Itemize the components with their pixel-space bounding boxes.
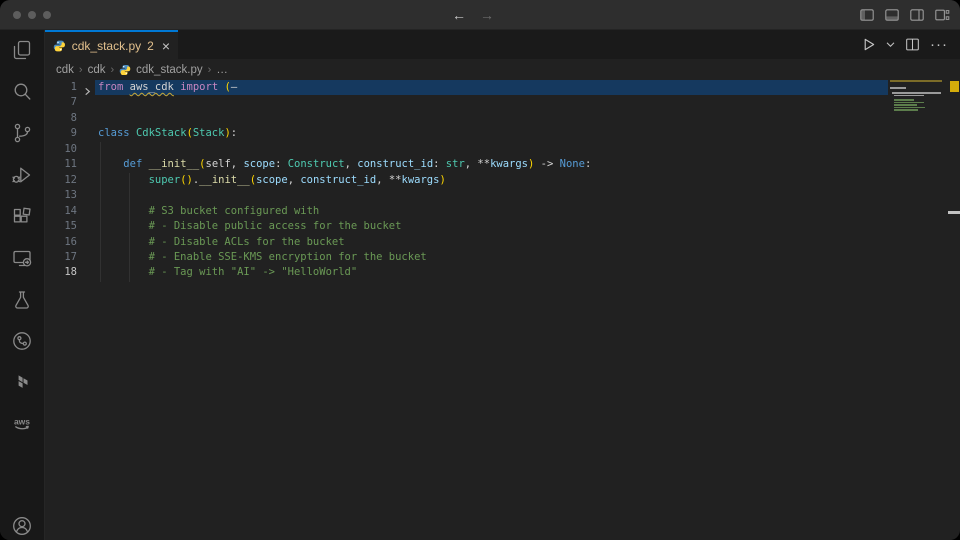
run-and-debug-icon[interactable] bbox=[10, 163, 34, 187]
code-line[interactable]: # S3 bucket configured with bbox=[98, 204, 319, 219]
line-number: 9 bbox=[45, 126, 77, 141]
explorer-icon[interactable] bbox=[10, 38, 34, 62]
code-line[interactable]: # - Enable SSE-KMS encryption for the bu… bbox=[98, 250, 427, 265]
traffic-light-icon[interactable] bbox=[43, 11, 51, 19]
accounts-icon[interactable] bbox=[10, 514, 34, 538]
source-control-icon[interactable] bbox=[10, 121, 34, 145]
python-icon bbox=[53, 39, 66, 53]
history-nav: ← → bbox=[452, 0, 494, 30]
line-number: 15 bbox=[45, 219, 77, 234]
scrollbar-marker bbox=[948, 211, 960, 214]
layout-panel-icon[interactable] bbox=[884, 7, 900, 23]
minimap-line bbox=[894, 104, 917, 106]
line-number: 10 bbox=[45, 142, 77, 157]
titlebar: ← → bbox=[0, 0, 960, 30]
line-number: 16 bbox=[45, 235, 77, 250]
code-line[interactable]: class CdkStack(Stack): bbox=[98, 126, 237, 141]
terraform-icon[interactable] bbox=[10, 371, 34, 395]
breadcrumb-item[interactable]: cdk bbox=[56, 64, 74, 76]
minimap[interactable] bbox=[890, 80, 947, 114]
line-number: 1 bbox=[45, 80, 77, 95]
breadcrumb-item[interactable]: cdk_stack.py bbox=[136, 64, 202, 76]
run-icon[interactable] bbox=[861, 37, 876, 52]
chevron-down-icon[interactable] bbox=[886, 41, 895, 48]
breadcrumb-separator-icon: › bbox=[110, 64, 114, 76]
close-icon[interactable]: × bbox=[162, 39, 170, 53]
testing-icon[interactable] bbox=[10, 288, 34, 312]
traffic-light-icon[interactable] bbox=[28, 11, 36, 19]
python-icon bbox=[119, 64, 131, 76]
activity-bar: aws bbox=[0, 30, 45, 540]
breadcrumb-item-symbol[interactable]: … bbox=[216, 64, 228, 76]
tab-bar: cdk_stack.py 2 × ··· bbox=[45, 30, 960, 59]
code-line[interactable]: super().__init__(scope, construct_id, **… bbox=[98, 173, 446, 188]
line-number: 13 bbox=[45, 188, 77, 203]
code-line[interactable]: # - Disable ACLs for the bucket bbox=[98, 235, 345, 250]
forward-icon[interactable]: → bbox=[480, 0, 494, 30]
commit-graph-icon[interactable] bbox=[10, 329, 34, 353]
split-editor-icon[interactable] bbox=[905, 37, 920, 52]
line-number: 7 bbox=[45, 95, 77, 110]
minimap-line bbox=[890, 80, 942, 82]
code-line[interactable]: from aws_cdk import (– bbox=[98, 80, 237, 95]
minimap-line bbox=[892, 92, 941, 94]
minimap-line bbox=[894, 102, 924, 104]
breadcrumb-separator-icon: › bbox=[79, 64, 83, 76]
code-line[interactable]: # - Disable public access for the bucket bbox=[98, 219, 401, 234]
overview-ruler-warning-marker bbox=[950, 81, 959, 92]
back-icon[interactable]: ← bbox=[452, 0, 466, 30]
line-number: 12 bbox=[45, 173, 77, 188]
layout-sidebar-left-icon[interactable] bbox=[859, 7, 875, 23]
indent-guide bbox=[129, 173, 130, 282]
minimap-line bbox=[894, 109, 918, 111]
line-number: 17 bbox=[45, 250, 77, 265]
remote-explorer-icon[interactable] bbox=[10, 246, 34, 270]
svg-text:aws: aws bbox=[14, 417, 30, 427]
extensions-icon[interactable] bbox=[10, 205, 34, 229]
minimap-line bbox=[894, 107, 925, 109]
aws-icon[interactable]: aws bbox=[10, 411, 34, 435]
search-icon[interactable] bbox=[10, 80, 34, 104]
breadcrumb-separator-icon: › bbox=[208, 64, 212, 76]
line-number: 11 bbox=[45, 157, 77, 172]
traffic-light-icon[interactable] bbox=[13, 11, 21, 19]
vscode-window: ← → aws bbox=[0, 0, 960, 540]
layout-sidebar-right-icon[interactable] bbox=[909, 7, 925, 23]
breadcrumb: cdk › cdk › cdk_stack.py › … bbox=[45, 59, 960, 80]
line-number: 14 bbox=[45, 204, 77, 219]
tab-label: cdk_stack.py bbox=[72, 39, 141, 53]
more-actions-icon[interactable]: ··· bbox=[930, 40, 948, 50]
code-line[interactable]: # - Tag with "AI" -> "HelloWorld" bbox=[98, 265, 357, 280]
minimap-line bbox=[894, 95, 924, 97]
layout-controls bbox=[859, 0, 950, 30]
tab-problems-badge: 2 bbox=[147, 39, 154, 53]
indent-guide bbox=[100, 142, 101, 282]
line-number: 18 bbox=[45, 265, 77, 280]
fold-chevron-icon[interactable] bbox=[83, 83, 92, 101]
breadcrumb-item[interactable]: cdk bbox=[88, 64, 106, 76]
editor-actions: ··· bbox=[861, 30, 948, 59]
layout-customize-icon[interactable] bbox=[934, 7, 950, 23]
minimap-line bbox=[890, 87, 906, 89]
window-controls[interactable] bbox=[13, 11, 51, 19]
line-number: 8 bbox=[45, 111, 77, 126]
tab-cdk-stack-py[interactable]: cdk_stack.py 2 × bbox=[45, 30, 178, 59]
code-line[interactable]: def __init__(self, scope: Construct, con… bbox=[98, 157, 591, 172]
